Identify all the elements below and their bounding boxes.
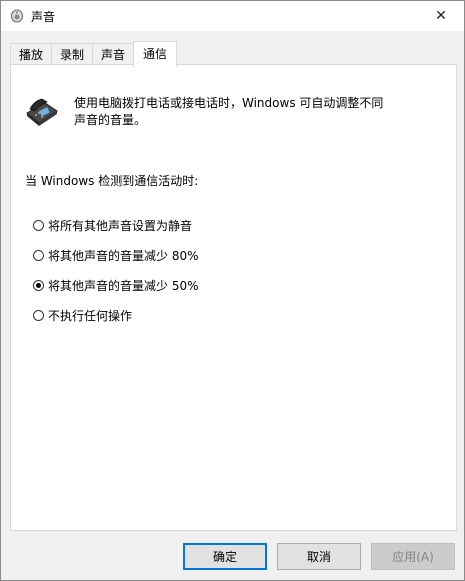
cancel-button[interactable]: 取消	[277, 543, 361, 570]
option-reduce-50[interactable]: 将其他声音的音量减少 50%	[33, 277, 199, 294]
tab-strip: 播放 录制 声音 通信	[10, 41, 178, 67]
description-line-2: 声音的音量。	[74, 113, 147, 127]
radio-reduce-80[interactable]	[33, 250, 44, 261]
close-icon: ✕	[435, 8, 447, 24]
description-text: 使用电脑拨打电话或接电话时，Windows 可自动调整不同 声音的音量。	[74, 95, 434, 129]
option-do-nothing[interactable]: 不执行任何操作	[33, 307, 199, 324]
option-label: 将其他声音的音量减少 80%	[48, 249, 199, 263]
action-options: 将所有其他声音设置为静音 将其他声音的音量减少 80% 将其他声音的音量减少 5…	[33, 217, 199, 337]
apply-button[interactable]: 应用(A)	[371, 543, 455, 570]
tab-playback[interactable]: 播放	[10, 43, 53, 65]
tab-sounds[interactable]: 声音	[92, 43, 135, 65]
option-label: 将所有其他声音设置为静音	[48, 219, 193, 233]
option-reduce-80[interactable]: 将其他声音的音量减少 80%	[33, 247, 199, 264]
title-bar: 声音 ✕	[1, 1, 464, 31]
option-label: 不执行任何操作	[48, 309, 133, 323]
sound-dialog: 声音 ✕ 播放 录制 声音 通信 使用电脑拨打电话或接电话时，Windows 可…	[0, 0, 465, 581]
telephone-icon	[25, 97, 59, 127]
tab-communications[interactable]: 通信	[133, 41, 178, 67]
radio-do-nothing[interactable]	[33, 310, 44, 321]
option-label: 将其他声音的音量减少 50%	[48, 279, 199, 293]
communications-panel: 使用电脑拨打电话或接电话时，Windows 可自动调整不同 声音的音量。 当 W…	[10, 64, 457, 531]
window-title: 声音	[31, 10, 56, 24]
radio-mute-all[interactable]	[33, 220, 44, 231]
description-line-1: 使用电脑拨打电话或接电话时，Windows 可自动调整不同	[74, 96, 384, 110]
speaker-icon	[10, 9, 24, 23]
ok-button[interactable]: 确定	[183, 543, 267, 570]
option-mute-all[interactable]: 将所有其他声音设置为静音	[33, 217, 199, 234]
when-detected-label: 当 Windows 检测到通信活动时:	[25, 174, 199, 188]
radio-reduce-50[interactable]	[33, 280, 44, 291]
tab-recording[interactable]: 录制	[51, 43, 94, 65]
close-button[interactable]: ✕	[418, 1, 464, 31]
